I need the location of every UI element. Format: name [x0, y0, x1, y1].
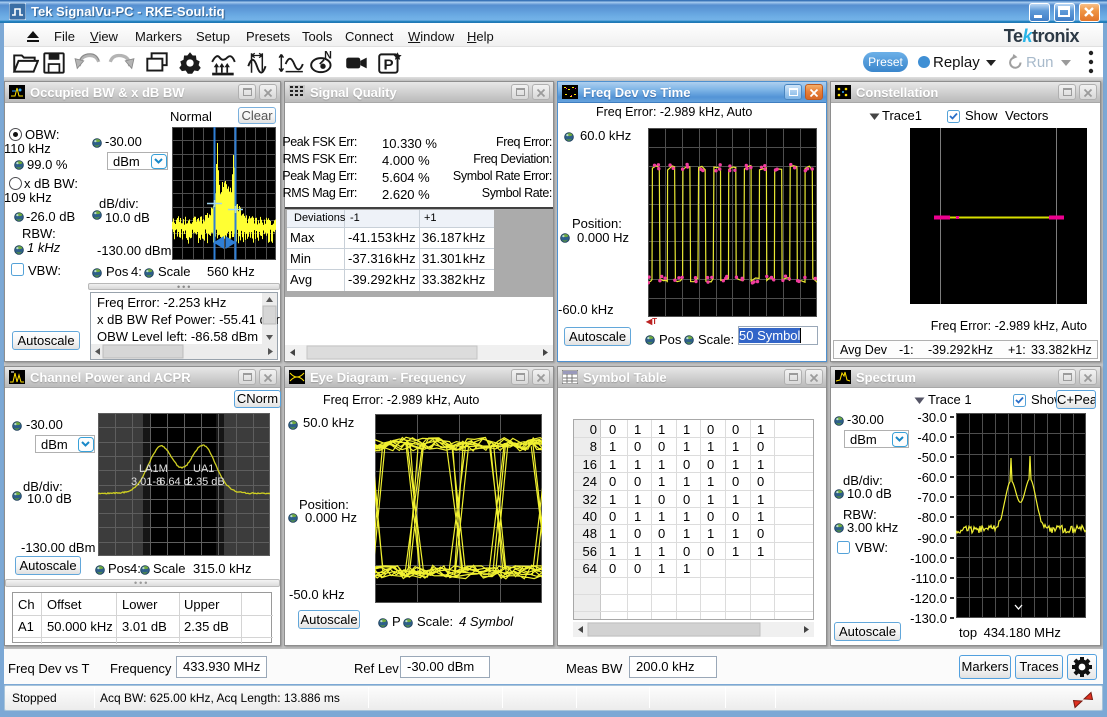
svg-text:UA1: UA1: [193, 463, 214, 475]
svg-text:3.01-86.64 d2.35 dB: 3.01-86.64 d2.35 dB: [131, 476, 225, 488]
svg-text:P: P: [384, 56, 394, 73]
svg-text:LA1M: LA1M: [139, 463, 168, 475]
svg-text:N: N: [324, 50, 332, 62]
